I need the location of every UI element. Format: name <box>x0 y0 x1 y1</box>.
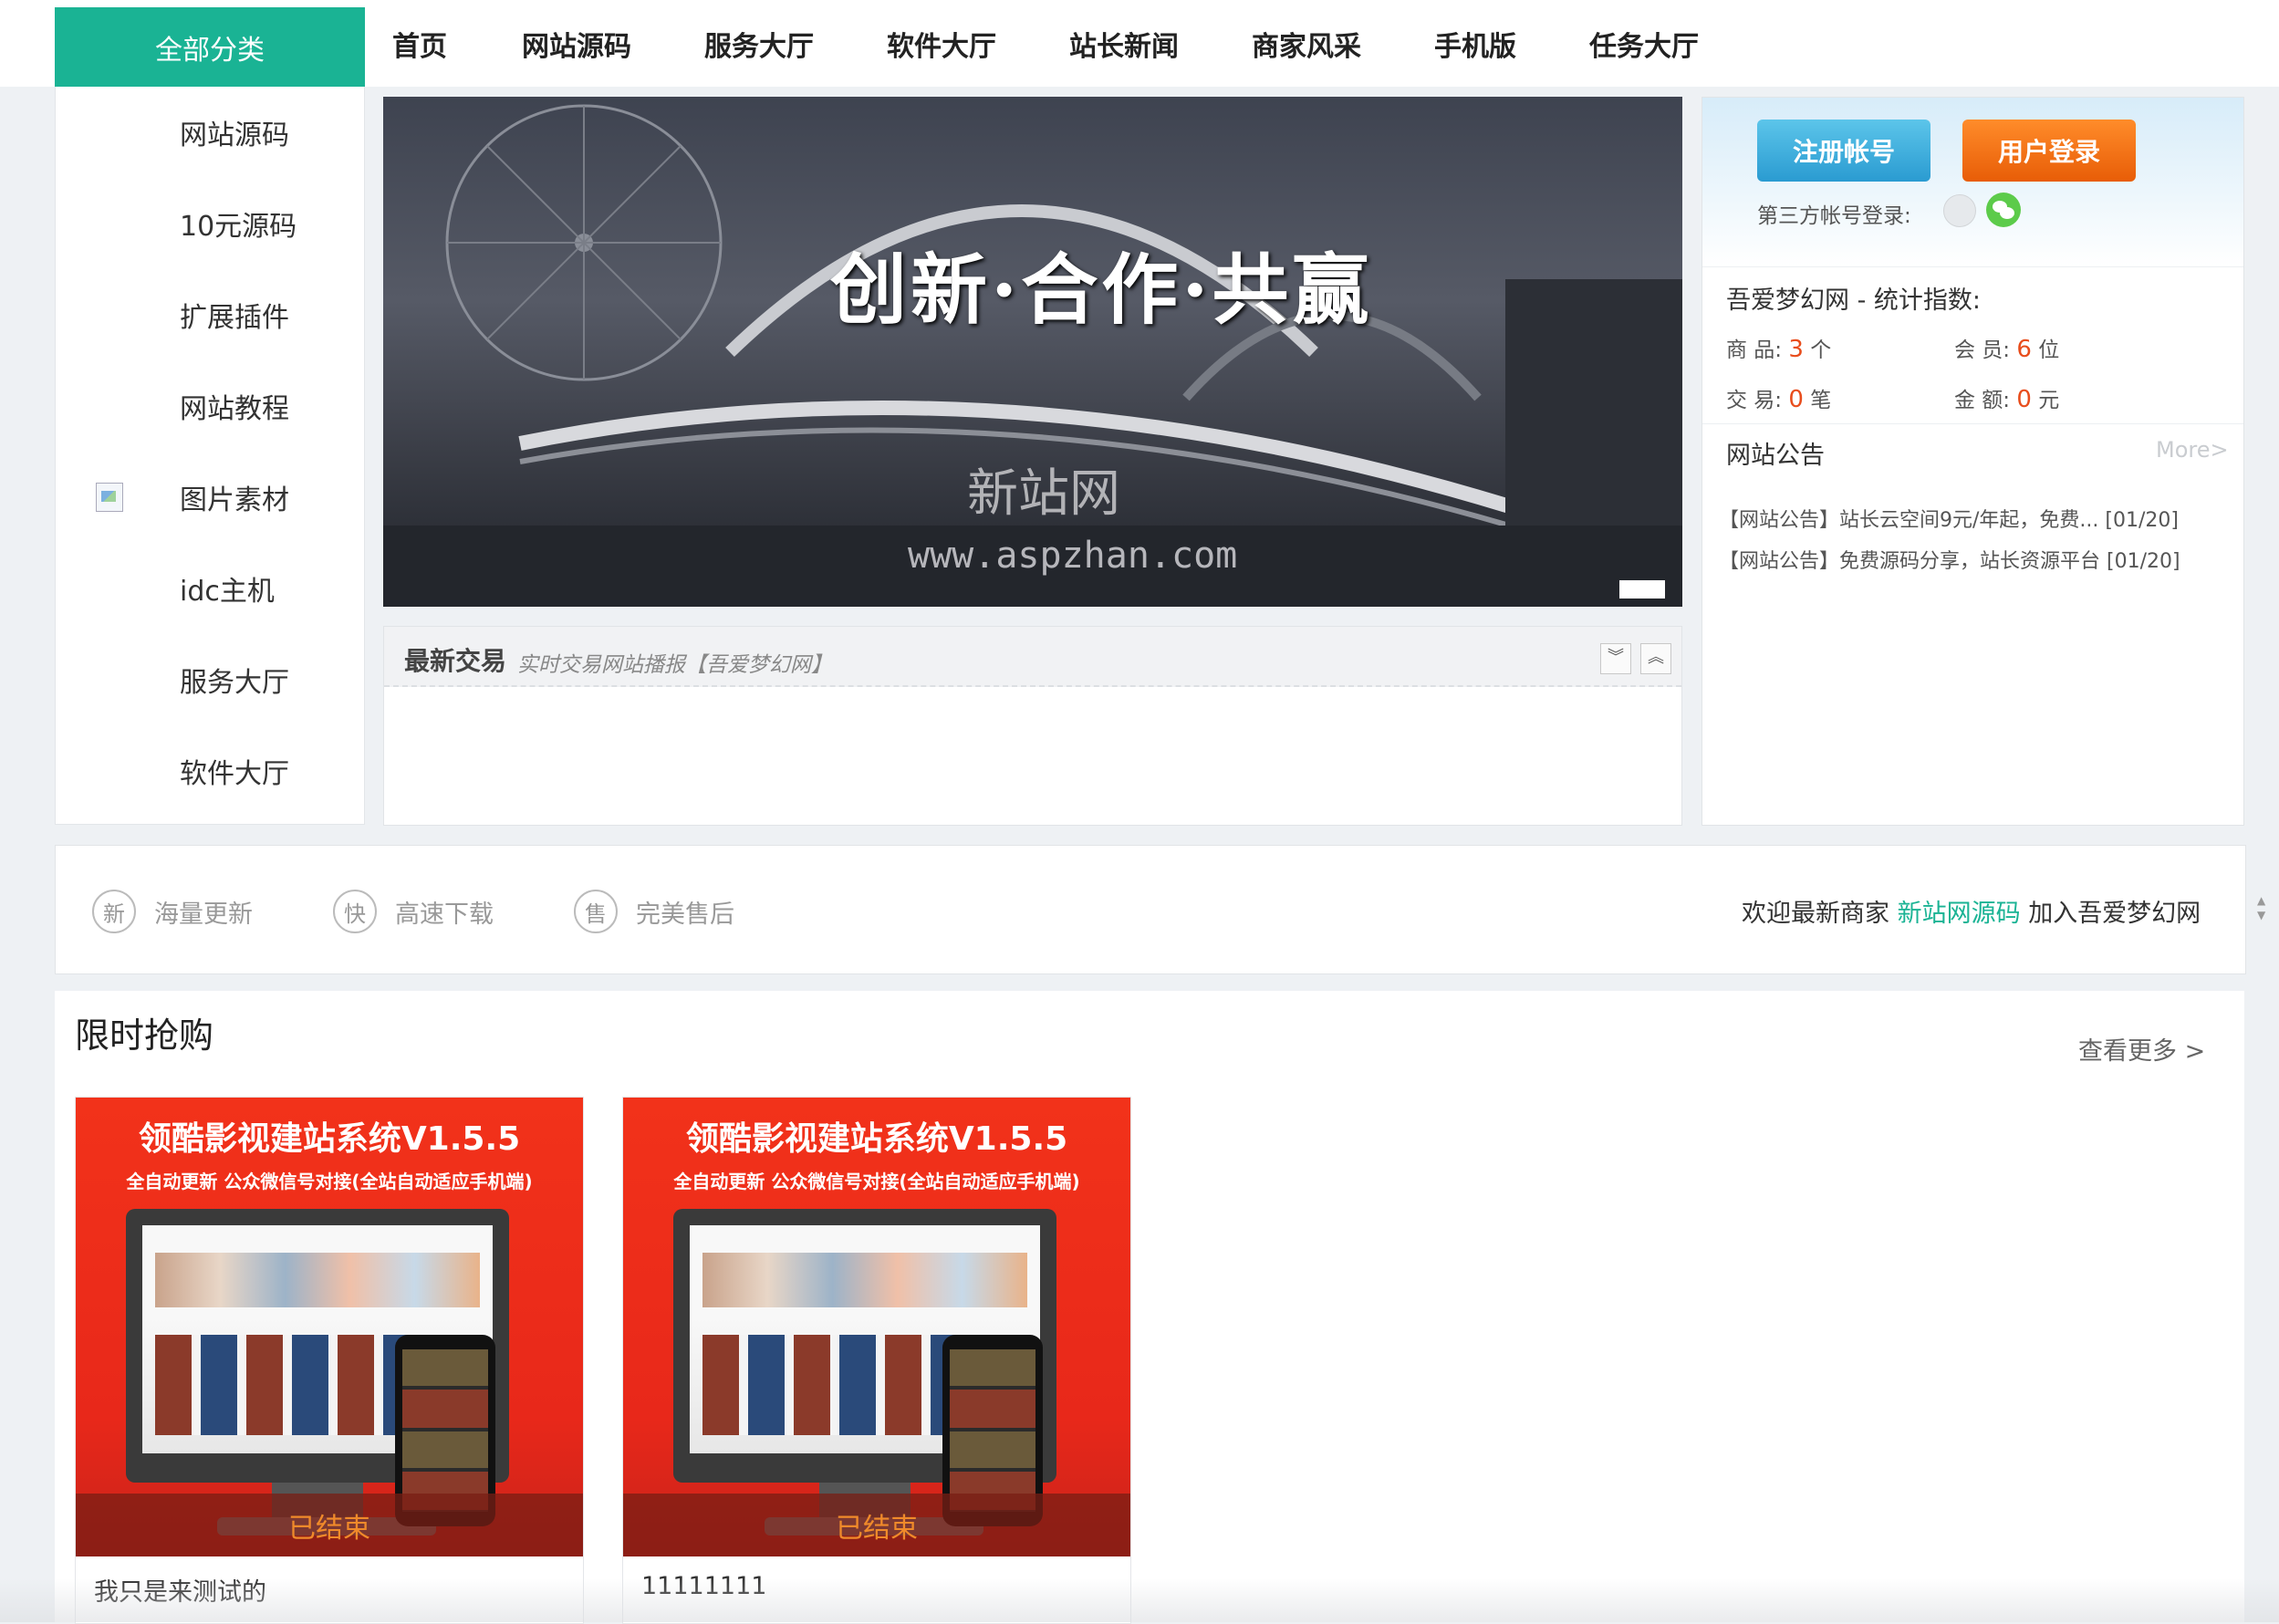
nav-service-hall[interactable]: 服务大厅 <box>704 24 814 64</box>
broken-image-icon <box>96 483 123 512</box>
new-icon: 新 <box>92 890 136 933</box>
divider <box>1702 423 2243 424</box>
chevron-double-down-icon[interactable]: ︾ <box>1600 643 1631 674</box>
nav-home[interactable]: 首页 <box>392 24 447 64</box>
sidebar-item-label: idc主机 <box>180 576 275 608</box>
nav-merchants[interactable]: 商家风采 <box>1252 24 1361 64</box>
sidebar-item-service-hall[interactable]: 服务大厅 <box>56 634 364 725</box>
sidebar-item-label: 10元源码 <box>180 211 297 243</box>
feature-fast-download: 快 高速下载 <box>333 890 494 933</box>
chevron-double-up-icon[interactable]: ︽ <box>1640 643 1671 674</box>
latest-trades-panel: 最新交易 实时交易网站播报【吾爱梦幻网】 ︾ ︽ <box>383 626 1682 826</box>
user-login-area: 注册帐号 用户登录 第三方帐号登录: <box>1702 98 2243 267</box>
ticker-scroll-arrows-icon[interactable]: ▲ ▼ <box>2257 893 2270 922</box>
sidebar-item-10yuan-source[interactable]: 10元源码 <box>56 178 364 269</box>
sidebar-item-label: 图片素材 <box>180 484 289 516</box>
banner-watermark: 新站网 <box>967 464 1120 524</box>
service-icon: 售 <box>574 890 618 933</box>
feature-label: 完美售后 <box>636 900 734 929</box>
latest-trades-subtitle: 实时交易网站播报【吾爱梦幻网】 <box>517 653 832 677</box>
product-image-title: 领酷影视建站系统V1.5.5 <box>138 1120 521 1158</box>
sidebar-item-tutorials[interactable]: 网站教程 <box>56 360 364 452</box>
nav-software-hall[interactable]: 软件大厅 <box>887 24 996 64</box>
category-sidebar: 网站源码 10元源码 扩展插件 网站教程 图片素材 idc主机 服务大厅 软件大… <box>55 87 365 825</box>
feature-after-sales: 售 完美售后 <box>574 890 734 933</box>
notice-item[interactable]: 【网站公告】站长云空间9元/年起，免费... [01/20] <box>1719 504 2179 533</box>
latest-trades-header: 最新交易 实时交易网站播报【吾爱梦幻网】 ︾ ︽ <box>384 627 1681 687</box>
product-image[interactable]: 领酷影视建站系统V1.5.5 全自动更新 公众微信号对接(全站自动适应手机端) … <box>623 1098 1130 1556</box>
notice-more-link[interactable]: More> <box>2156 437 2229 463</box>
welcome-ticker: 欢迎最新商家 新站网源码 加入吾爱梦幻网 <box>1742 893 2257 929</box>
sidebar-item-label: 网站教程 <box>180 393 289 425</box>
hero-banner[interactable]: 创新·合作·共赢 新站网 www.aspzhan.com <box>383 97 1682 607</box>
stat-goods: 商 品: 3 个 <box>1726 336 1832 363</box>
wechat-login-icon[interactable] <box>1986 193 2021 227</box>
product-image-subtitle: 全自动更新 公众微信号对接(全站自动适应手机端) <box>126 1171 533 1192</box>
welcome-prefix: 欢迎最新商家 <box>1742 900 1889 928</box>
nav-task-hall[interactable]: 任务大厅 <box>1589 24 1699 64</box>
banner-watermark-url: www.aspzhan.com <box>908 535 1238 577</box>
product-image-title: 领酷影视建站系统V1.5.5 <box>685 1120 1068 1158</box>
qq-login-icon[interactable] <box>1943 194 1976 227</box>
latest-trades-title: 最新交易 <box>404 646 507 676</box>
user-panel: 注册帐号 用户登录 第三方帐号登录: 吾爱梦幻网 - 统计指数: 商 品: 3 … <box>1701 97 2244 826</box>
notice-title: 网站公告 <box>1726 442 1825 470</box>
feature-label: 海量更新 <box>154 900 253 929</box>
flash-sale-title: 限时抢购 <box>75 1015 214 1056</box>
sidebar-item-label: 软件大厅 <box>180 758 289 790</box>
bridge-illustration <box>383 104 1682 607</box>
flash-sale-section: 限时抢购 查看更多 > 领酷影视建站系统V1.5.5 全自动更新 公众微信号对接… <box>55 991 2244 1624</box>
product-status: 已结束 <box>76 1494 583 1556</box>
notice-item[interactable]: 【网站公告】免费源码分享，站长资源平台 [01/20] <box>1719 545 2180 574</box>
feature-label: 高速下载 <box>395 900 494 929</box>
fast-icon: 快 <box>333 890 377 933</box>
sidebar-item-images[interactable]: 图片素材 <box>56 452 364 543</box>
welcome-suffix: 加入吾爱梦幻网 <box>2028 900 2201 928</box>
sidebar-item-label: 网站源码 <box>180 120 289 151</box>
nav-webmaster-news[interactable]: 站长新闻 <box>1069 24 1179 64</box>
feature-strip: 新 海量更新 快 高速下载 售 完美售后 欢迎最新商家 新站网源码 加入吾爱梦幻… <box>55 845 2265 974</box>
third-party-login-label: 第三方帐号登录: <box>1757 204 1911 228</box>
register-button[interactable]: 注册帐号 <box>1757 120 1930 182</box>
product-card[interactable]: 领酷影视建站系统V1.5.5 全自动更新 公众微信号对接(全站自动适应手机端) … <box>75 1097 584 1624</box>
product-image[interactable]: 领酷影视建站系统V1.5.5 全自动更新 公众微信号对接(全站自动适应手机端) … <box>76 1098 583 1556</box>
main-nav: 首页 网站源码 服务大厅 软件大厅 站长新闻 商家风采 手机版 任务大厅 <box>392 0 1699 87</box>
stat-trades: 交 易: 0 笔 <box>1726 386 1832 413</box>
sidebar-item-plugins[interactable]: 扩展插件 <box>56 269 364 360</box>
product-card[interactable]: 领酷影视建站系统V1.5.5 全自动更新 公众微信号对接(全站自动适应手机端) … <box>622 1097 1131 1624</box>
all-categories-button[interactable]: 全部分类 <box>55 7 365 87</box>
stats-title: 吾爱梦幻网 - 统计指数: <box>1726 286 1982 315</box>
product-image-subtitle: 全自动更新 公众微信号对接(全站自动适应手机端) <box>673 1171 1080 1192</box>
new-merchant-link[interactable]: 新站网源码 <box>1898 900 2021 928</box>
login-button[interactable]: 用户登录 <box>1962 120 2136 182</box>
nav-mobile[interactable]: 手机版 <box>1434 24 1516 64</box>
banner-slide-indicator[interactable] <box>1619 580 1665 599</box>
product-status: 已结束 <box>623 1494 1130 1556</box>
banner-title: 创新·合作·共赢 <box>830 245 1373 335</box>
stat-members: 会 员: 6 位 <box>1954 336 2060 363</box>
bottom-fade <box>0 1578 2279 1622</box>
sidebar-item-software-hall[interactable]: 软件大厅 <box>56 725 364 817</box>
sidebar-item-label: 服务大厅 <box>180 667 289 699</box>
stat-amount: 金 额: 0 元 <box>1954 386 2060 413</box>
sidebar-item-idc-host[interactable]: idc主机 <box>56 543 364 634</box>
sidebar-item-label: 扩展插件 <box>180 302 289 334</box>
view-more-link[interactable]: 查看更多 > <box>2078 1031 2205 1067</box>
sidebar-item-website-source[interactable]: 网站源码 <box>56 87 364 178</box>
feature-mass-update: 新 海量更新 <box>92 890 253 933</box>
nav-website-source[interactable]: 网站源码 <box>522 24 631 64</box>
